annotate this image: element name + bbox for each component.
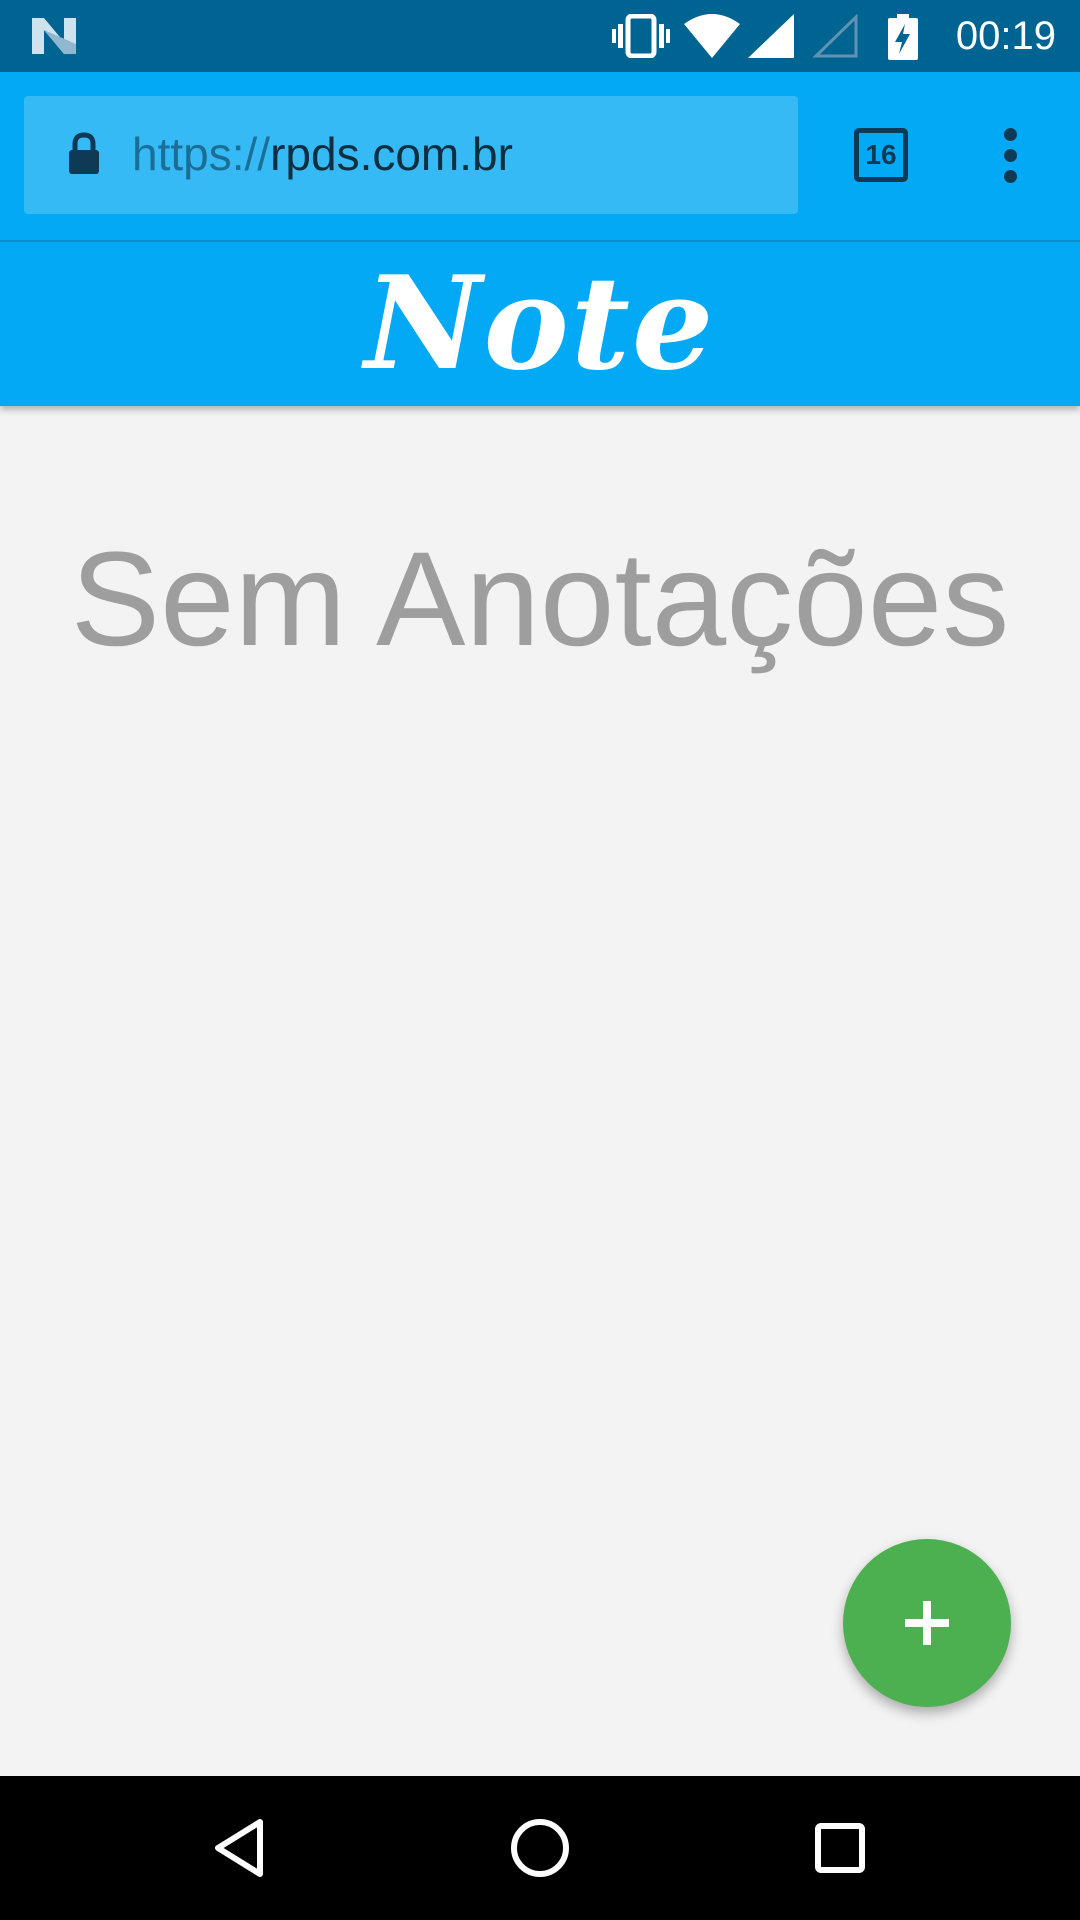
browser-toolbar: https://rpds.com.br 16 <box>0 72 1080 242</box>
vibrate-icon <box>612 14 670 58</box>
app-header: Note <box>0 242 1080 406</box>
status-bar: 00:19 <box>0 0 1080 72</box>
more-vert-icon[interactable] <box>996 126 1026 186</box>
signal-icon <box>748 14 794 58</box>
add-note-button[interactable] <box>843 1539 1011 1707</box>
n-logo-icon <box>32 18 76 54</box>
tabs-icon[interactable]: 16 <box>854 128 908 182</box>
url-bar[interactable]: https://rpds.com.br <box>24 96 798 214</box>
plus-icon <box>905 1601 949 1645</box>
back-icon[interactable] <box>204 1812 276 1884</box>
app-logo: Note <box>364 249 716 399</box>
clock: 00:19 <box>955 14 1056 58</box>
battery-charging-icon <box>888 14 918 60</box>
recents-icon[interactable] <box>804 1812 876 1884</box>
wifi-icon <box>684 14 740 58</box>
system-nav-bar <box>0 1776 1080 1920</box>
url-text[interactable]: https://rpds.com.br <box>132 126 513 182</box>
signal-empty-icon <box>812 14 858 58</box>
home-icon[interactable] <box>504 1812 576 1884</box>
url-host: rpds.com.br <box>270 128 513 180</box>
lock-icon <box>69 132 99 174</box>
empty-state-message: Sem Anotações <box>70 525 1010 674</box>
url-scheme: https:// <box>132 128 271 180</box>
